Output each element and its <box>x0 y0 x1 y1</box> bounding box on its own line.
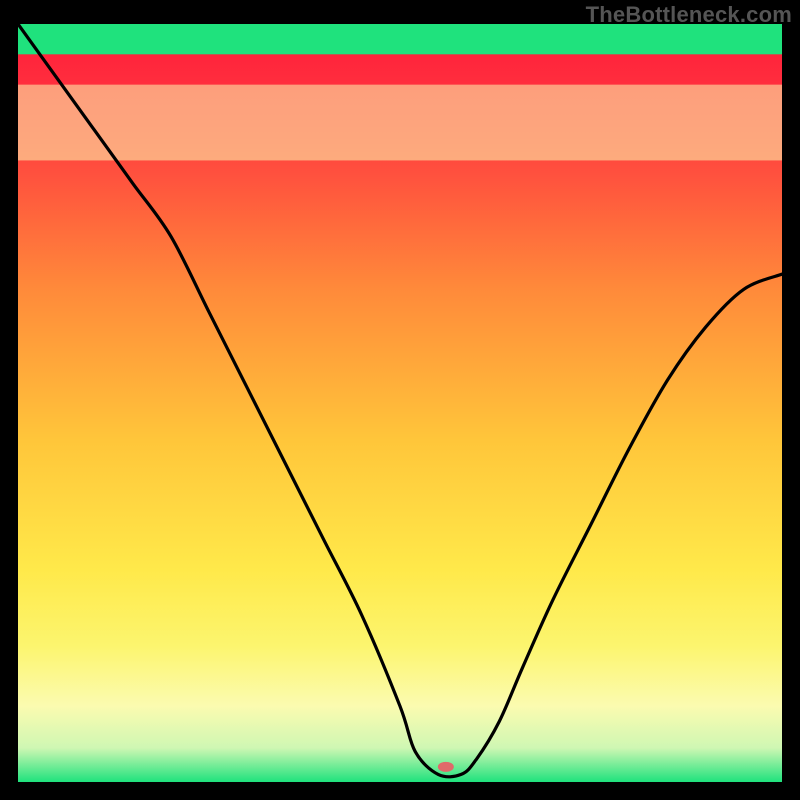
watermark-text: TheBottleneck.com <box>586 2 792 28</box>
chart-frame: TheBottleneck.com <box>0 0 800 800</box>
bottleneck-chart <box>18 24 782 782</box>
chart-svg <box>18 24 782 782</box>
target-marker <box>438 762 454 772</box>
